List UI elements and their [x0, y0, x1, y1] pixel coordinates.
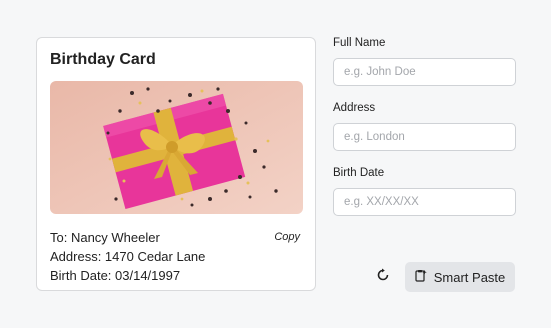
address-input[interactable] [333, 123, 516, 151]
paste-icon [415, 269, 427, 285]
smart-paste-label: Smart Paste [433, 269, 506, 285]
smart-paste-button[interactable]: Smart Paste [405, 262, 515, 292]
birthday-card: Birthday Card To: Nancy Wheeler Address:… [36, 37, 316, 291]
reset-button[interactable] [374, 268, 392, 286]
full-name-label: Full Name [333, 37, 386, 49]
birth-date-label: Birth Date [333, 167, 385, 179]
full-name-input[interactable] [333, 58, 516, 86]
card-details: To: Nancy Wheeler Address: 1470 Cedar La… [50, 228, 205, 285]
card-birth-date-line: Birth Date: 03/14/1997 [50, 268, 181, 283]
birth-date-input[interactable] [333, 188, 516, 216]
card-address-line: Address: 1470 Cedar Lane [50, 249, 206, 264]
copy-button[interactable]: Copy [274, 231, 300, 243]
card-to-line: To: Nancy Wheeler [50, 230, 160, 245]
refresh-icon [376, 268, 390, 287]
card-title: Birthday Card [50, 51, 156, 68]
address-label: Address [333, 102, 376, 114]
gift-image [50, 81, 303, 214]
card-form: Full Name Address Birth Date [333, 36, 516, 231]
